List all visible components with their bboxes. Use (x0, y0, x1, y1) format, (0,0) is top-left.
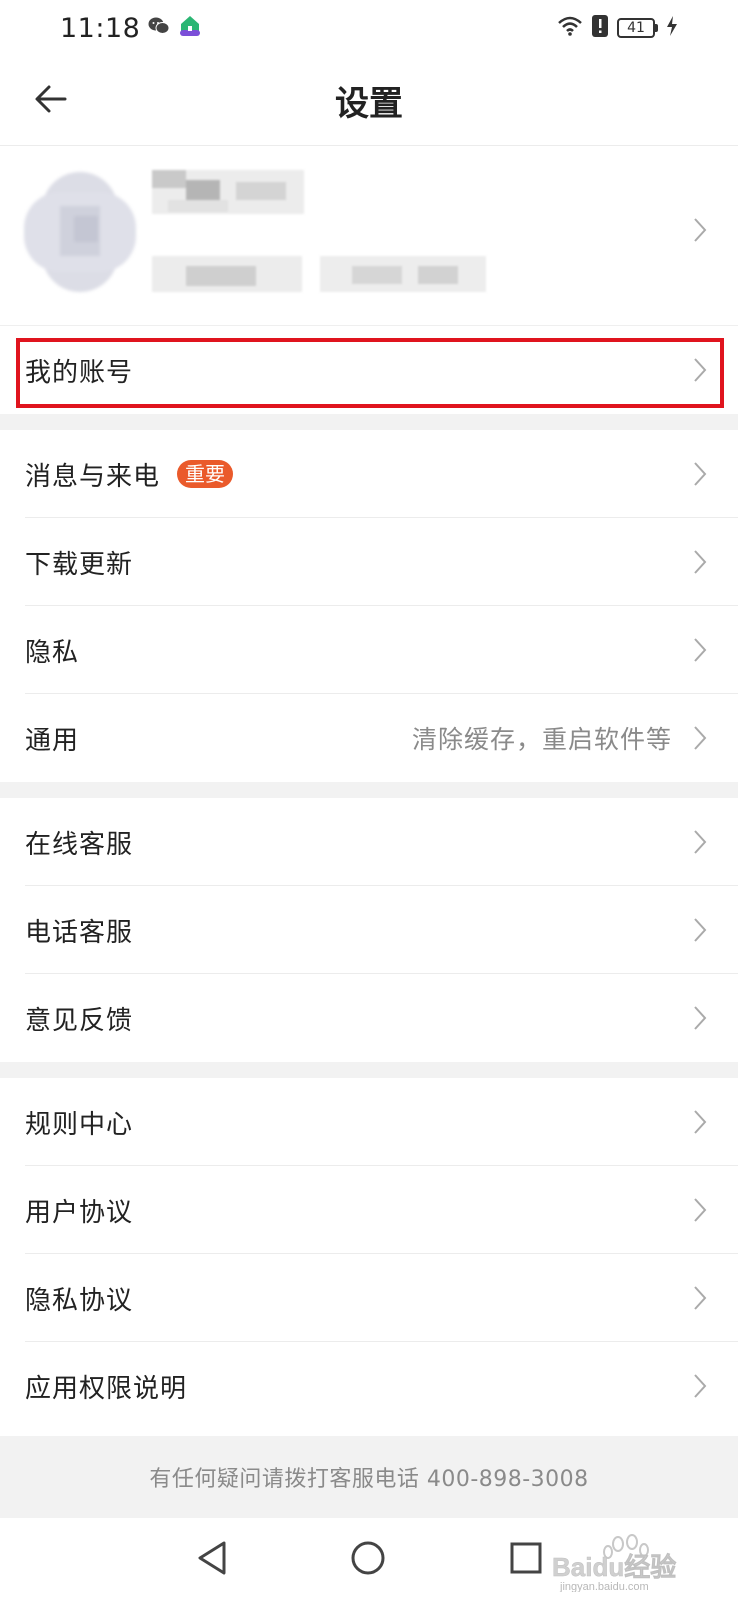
status-time: 11:18 (60, 12, 141, 44)
messages-calls-label: 消息与来电 (25, 461, 161, 492)
chevron-right-icon (692, 1196, 708, 1228)
square-recents-icon (509, 1541, 543, 1579)
wechat-icon (148, 16, 170, 40)
general-row[interactable]: 通用 清除缓存，重启软件等 (0, 694, 738, 782)
battery-icon: 41 (617, 18, 658, 38)
app-permissions-row[interactable]: 应用权限说明 (0, 1342, 738, 1430)
privacy-agreement-row[interactable]: 隐私协议 (0, 1254, 738, 1342)
online-service-label: 在线客服 (25, 829, 134, 860)
triangle-back-icon (196, 1540, 228, 1580)
battery-tip (655, 24, 658, 32)
status-left: 11:18 (60, 13, 202, 44)
my-account-label: 我的账号 (25, 357, 134, 388)
download-update-label: 下载更新 (25, 549, 134, 580)
battery-level: 41 (617, 18, 655, 38)
privacy-row[interactable]: 隐私 (0, 606, 738, 694)
chevron-right-icon (692, 1108, 708, 1140)
blurred-name (152, 170, 304, 214)
chevron-right-icon (692, 216, 708, 248)
section-separator (0, 1062, 738, 1078)
feedback-label: 意见反馈 (25, 1005, 134, 1036)
baidu-paw-icon: Baidu经验 jingyan.baidu.com (552, 1534, 676, 1593)
privacy-label: 隐私 (25, 637, 80, 668)
download-update-row[interactable]: 下载更新 (0, 518, 738, 606)
chevron-right-icon (692, 1284, 708, 1316)
chevron-right-icon (692, 916, 708, 948)
page-title: 设置 (335, 84, 403, 124)
footer: 有任何疑问请拨打客服电话 400-898-3008 (0, 1436, 738, 1518)
chevron-right-icon (692, 1004, 708, 1036)
nav-back-button[interactable] (192, 1540, 232, 1580)
app-permissions-label: 应用权限说明 (25, 1373, 188, 1404)
status-bar: 11:18 41 (0, 0, 738, 56)
profile-card[interactable] (0, 146, 738, 326)
general-sublabel: 清除缓存，重启软件等 (411, 725, 672, 754)
user-agreement-label: 用户协议 (25, 1197, 134, 1228)
privacy-agreement-label: 隐私协议 (25, 1285, 134, 1316)
circle-home-icon (350, 1540, 386, 1580)
navigation-bar: Baidu经验 jingyan.baidu.com (0, 1518, 738, 1600)
rules-center-label: 规则中心 (25, 1109, 134, 1140)
charging-icon (666, 15, 678, 41)
nav-home-button[interactable] (348, 1540, 388, 1580)
wifi-icon (557, 15, 583, 41)
online-service-row[interactable]: 在线客服 (0, 798, 738, 886)
important-badge: 重要 (177, 460, 233, 488)
status-right: 41 (557, 14, 678, 42)
section-separator (0, 414, 738, 430)
alert-icon (591, 14, 609, 42)
home-app-icon (178, 14, 202, 42)
nav-recents-button[interactable] (506, 1540, 546, 1580)
messages-calls-row[interactable]: 消息与来电 重要 (0, 430, 738, 518)
watermark-text: Baidu经验 (552, 1552, 676, 1582)
phone-service-row[interactable]: 电话客服 (0, 886, 738, 974)
service-phone-text: 有任何疑问请拨打客服电话 400-898-3008 (149, 1467, 589, 1492)
general-label: 通用 (25, 725, 80, 756)
rules-center-row[interactable]: 规则中心 (0, 1078, 738, 1166)
feedback-row[interactable]: 意见反馈 (0, 974, 738, 1062)
blurred-info (152, 252, 492, 298)
baidu-watermark: Baidu经验 jingyan.baidu.com (546, 1532, 696, 1593)
my-account-row[interactable]: 我的账号 (0, 326, 738, 414)
chevron-right-icon (692, 356, 708, 388)
chevron-right-icon (692, 636, 708, 668)
chevron-right-icon (692, 548, 708, 580)
chevron-right-icon (692, 1372, 708, 1404)
watermark-subtext: jingyan.baidu.com (559, 1581, 649, 1592)
avatar (24, 172, 136, 292)
chevron-right-icon (692, 460, 708, 492)
section-separator (0, 782, 738, 798)
header: 设置 (0, 56, 738, 146)
chevron-right-icon (692, 724, 708, 756)
phone-service-label: 电话客服 (25, 917, 134, 948)
chevron-right-icon (692, 828, 708, 860)
user-agreement-row[interactable]: 用户协议 (0, 1166, 738, 1254)
